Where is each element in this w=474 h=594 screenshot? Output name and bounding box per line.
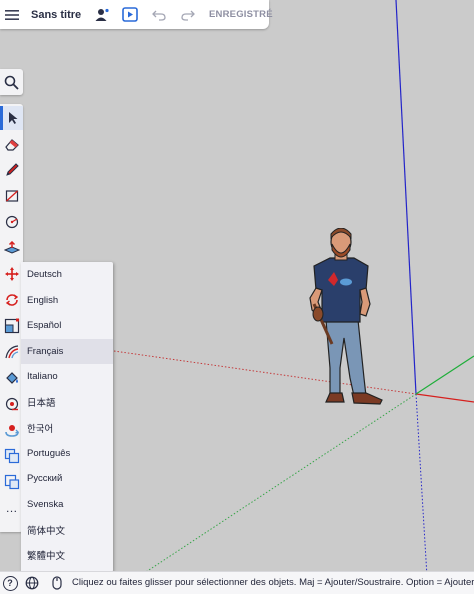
push-pull-icon (3, 241, 20, 254)
scenes-icon[interactable] (121, 0, 139, 29)
circle-tool-button[interactable] (0, 210, 23, 234)
rectangle-icon (5, 190, 18, 202)
language-option-japanese[interactable]: 日本語 (21, 390, 113, 415)
scale-figure[interactable] (296, 228, 388, 408)
move-arrows-icon (4, 267, 19, 281)
save-status: ENREGISTRÉ (209, 9, 273, 20)
language-menu: Deutsch English Español Français Italian… (21, 262, 113, 572)
pencil-tool-button[interactable] (0, 158, 23, 182)
tool-palette: … (0, 104, 23, 532)
language-option-russian[interactable]: Русский (21, 466, 113, 491)
language-option-francais[interactable]: Français (21, 338, 113, 364)
status-bar: ? Cliquez ou faites glisser pour sélecti… (0, 571, 474, 594)
tape-measure-tool-button[interactable] (0, 392, 23, 416)
blue-axis-solid (395, 0, 417, 395)
paint-bucket-icon (5, 372, 18, 384)
tape-measure-icon (5, 397, 18, 411)
language-option-korean[interactable]: 한국어 (21, 415, 113, 440)
language-option-espanol[interactable]: Español (21, 313, 113, 338)
search-tool-button[interactable] (0, 69, 23, 95)
push-pull-tool-button[interactable] (0, 236, 23, 260)
paint-bucket-tool-button[interactable] (0, 366, 23, 390)
more-tools-label: … (5, 501, 18, 515)
hamburger-menu-icon[interactable] (2, 0, 22, 29)
scale-icon (4, 318, 19, 334)
orbit-tool-button[interactable] (0, 418, 23, 442)
status-hint-text: Cliquez ou faites glisser pour sélection… (72, 577, 474, 588)
language-option-italiano[interactable]: Italiano (21, 364, 113, 389)
select-tool-button[interactable] (0, 106, 23, 130)
section-plane-icon (4, 474, 19, 490)
help-label: ? (2, 575, 18, 591)
offset-icon (4, 345, 18, 359)
green-axis-dashed (113, 393, 417, 593)
help-icon[interactable]: ? (2, 572, 18, 594)
circle-icon (5, 215, 18, 229)
blue-axis-dashed (415, 393, 429, 593)
language-option-svenska[interactable]: Svenska (21, 492, 113, 517)
pencil-icon (5, 163, 19, 176)
eraser-icon (4, 139, 19, 151)
red-axis-solid (415, 393, 474, 403)
language-option-portugues[interactable]: Português (21, 441, 113, 466)
rectangle-tool-button[interactable] (0, 184, 23, 208)
components-icon (4, 448, 19, 464)
language-option-english[interactable]: English (21, 288, 113, 313)
redo-icon[interactable] (180, 0, 196, 29)
components-tool-button[interactable] (0, 444, 23, 468)
document-title[interactable]: Sans titre (31, 0, 81, 29)
rotate-icon (5, 294, 18, 306)
undo-icon[interactable] (151, 0, 167, 29)
eraser-tool-button[interactable] (0, 132, 23, 156)
language-option-traditional-chinese[interactable]: 繁體中文 (21, 543, 113, 568)
arrow-cursor-icon (9, 112, 18, 124)
mouse-icon (50, 572, 64, 594)
top-toolbar: Sans titre ENREGISTRÉ (0, 0, 273, 29)
more-tools-button[interactable]: … (0, 496, 23, 520)
language-option-deutsch[interactable]: Deutsch (21, 262, 113, 287)
section-plane-tool-button[interactable] (0, 470, 23, 494)
move-tool-button[interactable] (0, 262, 23, 286)
search-icon (4, 75, 19, 90)
language-option-simplified-chinese[interactable]: 简体中文 (21, 517, 113, 542)
rotate-tool-button[interactable] (0, 288, 23, 312)
add-collaborator-icon[interactable] (94, 0, 110, 29)
globe-icon[interactable] (24, 572, 40, 594)
orbit-icon (4, 425, 19, 437)
scale-tool-button[interactable] (0, 314, 23, 338)
offset-tool-button[interactable] (0, 340, 23, 364)
green-axis-solid (415, 355, 474, 395)
